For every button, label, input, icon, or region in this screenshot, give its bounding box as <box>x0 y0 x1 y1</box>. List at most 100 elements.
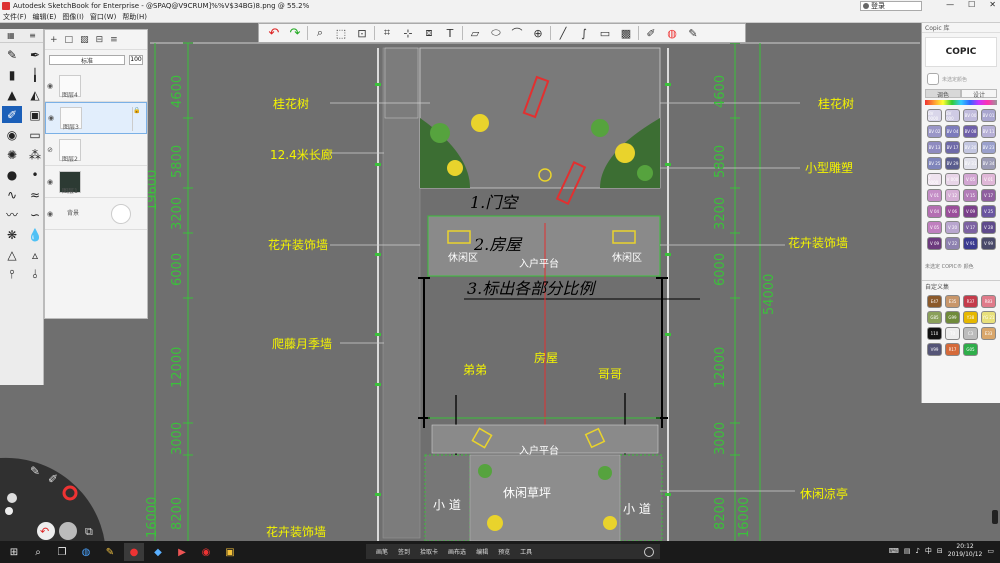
lagoon-radial-menu[interactable]: ✎ ✐ ↶ ⧉ <box>0 453 110 543</box>
stroke-brush-icon[interactable]: 〰 <box>2 206 22 223</box>
tray-volume-icon[interactable]: ♪ <box>915 547 919 555</box>
transform-icon[interactable]: ⊹ <box>399 25 417 41</box>
menu-help[interactable]: 帮助(H) <box>122 12 147 22</box>
layer-menu-icon[interactable]: ≡ <box>110 35 118 45</box>
copic-swatch[interactable]: BV 04 <box>945 125 960 138</box>
custom-swatch[interactable]: C3 <box>963 327 978 340</box>
splatter-brush-icon[interactable]: ✺ <box>2 146 22 163</box>
fill-icon[interactable]: ▩ <box>617 25 635 41</box>
redo-icon[interactable]: ↷ <box>286 25 304 41</box>
dot-brush-icon[interactable]: ● <box>2 166 22 183</box>
custom-swatch[interactable]: YG 21 <box>981 311 996 324</box>
copic-swatch[interactable]: BV 0000 <box>927 109 942 122</box>
layer-item-selected[interactable]: ◉ 图层3 🔒 <box>45 102 147 134</box>
scroll-indicator[interactable] <box>992 510 998 524</box>
menu-edit[interactable]: 编辑(E) <box>33 12 57 22</box>
visibility-eye-icon[interactable]: ◉ <box>45 82 55 90</box>
copic-swatch[interactable]: V 99 <box>981 237 996 250</box>
wave-brush-icon[interactable]: ∿ <box>2 186 22 203</box>
nib2-brush-icon[interactable]: ⫰ <box>25 266 45 283</box>
custom-swatch[interactable]: G05 <box>963 343 978 356</box>
soft-dot-brush-icon[interactable]: • <box>25 166 45 183</box>
custom-swatch[interactable]: G99 <box>945 311 960 324</box>
tray-keyboard-icon[interactable]: ⌨ <box>889 547 899 555</box>
task-view-icon[interactable]: ❐ <box>52 543 72 561</box>
layer-item[interactable]: ◉ 图层1 <box>45 166 147 198</box>
custom-swatch[interactable]: E33 <box>981 327 996 340</box>
sketchbook-icon[interactable]: ◉ <box>196 543 216 561</box>
copic-swatch[interactable]: BV 34 <box>981 157 996 170</box>
ink-pen-brush-icon[interactable]: ✒ <box>25 46 45 63</box>
lasso-icon[interactable]: ⊡ <box>353 25 371 41</box>
gallery-icon[interactable]: ▣ <box>220 543 240 561</box>
copic-swatch[interactable]: V 0000 <box>927 173 942 186</box>
copic-swatch[interactable]: BV 00 <box>963 109 978 122</box>
perspective-icon[interactable]: ⊕ <box>529 25 547 41</box>
login-button[interactable]: 登录 <box>860 1 922 11</box>
power-icon[interactable] <box>644 546 654 557</box>
add-layer-icon[interactable]: + <box>50 35 58 45</box>
presentation-icon[interactable]: ▶ <box>172 543 192 561</box>
copic-swatch[interactable]: V 17 <box>981 189 996 202</box>
chisel-brush-icon[interactable]: ◭ <box>25 86 45 103</box>
copic-swatch[interactable]: V 25 <box>981 205 996 218</box>
cone2-brush-icon[interactable]: ▵ <box>25 246 45 263</box>
airbrush-icon[interactable]: ◉ <box>2 126 22 143</box>
undo-icon[interactable]: ↶ <box>265 25 283 41</box>
pen-icon[interactable]: ✎ <box>100 543 120 561</box>
copic-swatch[interactable]: V 01 <box>981 173 996 186</box>
custom-swatch[interactable]: R83 <box>981 295 996 308</box>
french-curve-icon[interactable]: ⌒ <box>508 25 526 41</box>
pencil-brush-icon[interactable]: ✎ <box>2 46 22 63</box>
ellipse-icon[interactable]: ⬭ <box>487 25 505 41</box>
copic-swatch[interactable]: BV 000 <box>945 109 960 122</box>
clear-layer-icon[interactable]: ⊟ <box>96 35 104 45</box>
copic-swatch[interactable]: V 05 <box>927 221 942 234</box>
copic-swatch[interactable]: V 06 <box>945 205 960 218</box>
copic-swatch[interactable]: BV 01 <box>981 109 996 122</box>
tab-edit[interactable]: 编辑 <box>476 547 488 556</box>
custom-swatch[interactable]: R37 <box>963 295 978 308</box>
layer-item[interactable]: ◉ 图层4 <box>45 70 147 102</box>
curve-icon[interactable]: ∫ <box>575 25 593 41</box>
lock-icon[interactable]: 🔒 <box>132 107 140 131</box>
cone-brush-icon[interactable]: △ <box>2 246 22 263</box>
maximize-button[interactable]: ☐ <box>968 0 975 9</box>
tab-checkin[interactable]: 签到 <box>398 547 410 556</box>
custom-swatch[interactable]: Y38 <box>963 311 978 324</box>
smudge-brush-icon[interactable]: ❋ <box>2 226 22 243</box>
copic-swatch[interactable]: BV 11 <box>981 125 996 138</box>
zoom-icon[interactable]: ⌕ <box>311 25 329 41</box>
felt-tip-brush-icon[interactable]: ▲ <box>2 86 22 103</box>
minimize-button[interactable]: — <box>946 0 954 9</box>
copic-swatch[interactable]: BV 02 <box>927 125 942 138</box>
layer-item[interactable]: ⊘ 图层2 <box>45 134 147 166</box>
add-group-icon[interactable]: □ <box>65 35 74 45</box>
technical-pen-icon[interactable]: ╽ <box>25 66 45 83</box>
layer-opacity[interactable]: 100 <box>129 55 143 65</box>
text-icon[interactable]: T <box>441 25 459 41</box>
tray-ime-icon[interactable]: ⊟ <box>937 547 943 555</box>
copic-swatch[interactable]: V 09 <box>927 237 942 250</box>
copic-swatch[interactable]: BV 23 <box>981 141 996 154</box>
tab-tools[interactable]: 工具 <box>520 547 532 556</box>
notification-icon[interactable]: ▭ <box>987 547 994 555</box>
copic-swatch[interactable]: BV 31 <box>963 157 978 170</box>
record-icon[interactable]: ● <box>124 543 144 561</box>
selected-brush-icon[interactable]: ✐ <box>2 106 22 123</box>
tab-picker[interactable]: 拾取卡 <box>420 547 438 556</box>
custom-swatch[interactable]: R17 <box>945 343 960 356</box>
wave2-brush-icon[interactable]: ≈ <box>25 186 45 203</box>
copic-swatch[interactable]: V 15 <box>963 189 978 202</box>
copic-swatch[interactable]: V 22 <box>945 237 960 250</box>
symmetry-icon[interactable]: ⧈ <box>420 25 438 41</box>
drawing-canvas[interactable]: 桂花树 12.4米长廊 花卉装饰墙 爬藤月季墙 花卉装饰墙 桂花树 小型雕塑 花… <box>0 23 1000 541</box>
copic-icon[interactable]: ✐ <box>642 25 660 41</box>
menu-file[interactable]: 文件(F) <box>3 12 27 22</box>
copic-swatch[interactable]: BV 17 <box>945 141 960 154</box>
copic-swatch[interactable]: BV 20 <box>963 141 978 154</box>
nib-brush-icon[interactable]: ⫯ <box>2 266 22 283</box>
layer-item-background[interactable]: ◉ 背景 <box>45 198 147 230</box>
color-family-strip[interactable] <box>925 100 997 105</box>
eraser-brush-icon[interactable]: ▭ <box>25 126 45 143</box>
